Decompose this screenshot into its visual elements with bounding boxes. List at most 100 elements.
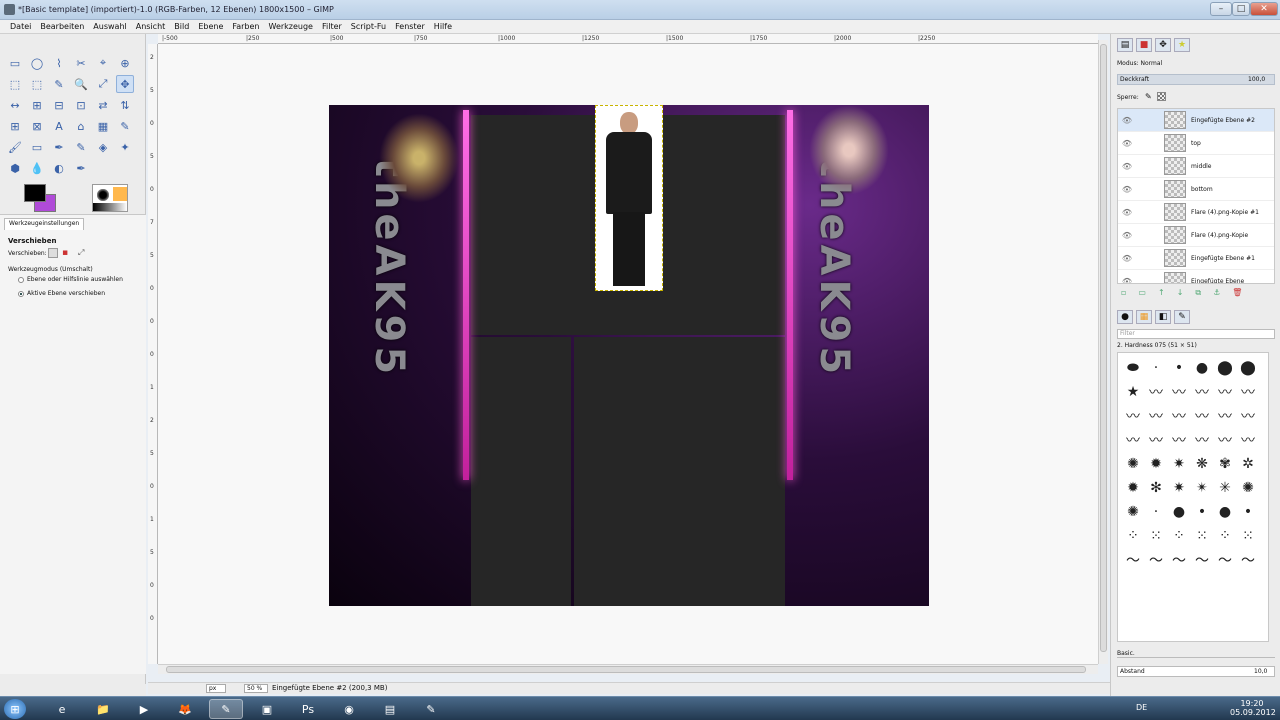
tool-icon-13[interactable]: ⊞: [28, 96, 46, 114]
menu-bild[interactable]: Bild: [174, 22, 189, 31]
brush-preset-icon[interactable]: 〰: [1168, 381, 1190, 403]
brush-filter-input[interactable]: Filter: [1117, 329, 1275, 339]
pasted-layer-person[interactable]: [595, 105, 663, 291]
menu-script-fu[interactable]: Script-Fu: [351, 22, 386, 31]
layer-row[interactable]: 👁 top: [1118, 132, 1274, 155]
lock-alpha-icon[interactable]: [1157, 92, 1166, 101]
brush-edit-icon[interactable]: ✎: [1174, 310, 1190, 324]
horizontal-scroll-thumb[interactable]: [166, 666, 1086, 673]
canvas-horizontal-scrollbar[interactable]: [158, 664, 1098, 674]
radio-move-active-layer[interactable]: Aktive Ebene verschieben: [18, 290, 105, 297]
layer-visibility-eye-icon[interactable]: 👁: [1118, 116, 1136, 125]
tool-icon-5[interactable]: ⊕: [116, 54, 134, 72]
taskbar-app-icon[interactable]: ✎: [414, 699, 448, 719]
layer-visibility-eye-icon[interactable]: 👁: [1118, 139, 1136, 148]
tool-icon-3[interactable]: ✂: [72, 54, 90, 72]
brush-preset-icon[interactable]: ⁘: [1168, 525, 1190, 547]
brush-preset-icon[interactable]: ·: [1145, 357, 1167, 379]
menu-ansicht[interactable]: Ansicht: [136, 22, 166, 31]
brush-preset-icon[interactable]: ⬤: [1214, 357, 1236, 379]
brush-preset-icon[interactable]: ✷: [1168, 477, 1190, 499]
brush-preset-icon[interactable]: ●: [1214, 501, 1236, 523]
patterns-tab-icon[interactable]: ▦: [1136, 310, 1152, 324]
preset-select[interactable]: Basic.: [1117, 650, 1275, 658]
layer-row[interactable]: 👁 middle: [1118, 155, 1274, 178]
brush-preset-icon[interactable]: •: [1237, 501, 1259, 523]
tool-icon-35[interactable]: [116, 159, 134, 177]
tool-icon-9[interactable]: 🔍: [72, 75, 90, 93]
close-button[interactable]: ✕: [1250, 2, 1278, 16]
tool-icon-19[interactable]: ⊠: [28, 117, 46, 135]
tool-icon-24[interactable]: 🖌: [6, 138, 24, 156]
tool-icon-30[interactable]: ⬢: [6, 159, 24, 177]
layer-visibility-eye-icon[interactable]: 👁: [1118, 208, 1136, 217]
ruler-vertical[interactable]: 2 5 0 5 0 7 5 0 0 0 1 2 5 0 1 5 0 0: [148, 44, 158, 664]
brush-preset-icon[interactable]: ✹: [1122, 477, 1144, 499]
brush-preset-icon[interactable]: 〜: [1145, 549, 1167, 571]
ruler-horizontal[interactable]: |-500 |250 |500 |750 |1000 |1250 |1500 |1750 |20…: [158, 34, 1098, 44]
taskbar-app-icon[interactable]: ▤: [373, 699, 407, 719]
tool-options-tab[interactable]: Werkzeugeinstellungen: [4, 218, 85, 230]
brush-preset-icon[interactable]: •: [1168, 357, 1190, 379]
move-path-icon[interactable]: ⤢: [78, 248, 88, 258]
brush-preset-icon[interactable]: 〰: [1145, 405, 1167, 427]
delete-layer-icon[interactable]: 🗑: [1232, 288, 1242, 298]
brush-preset-icon[interactable]: 〰: [1191, 381, 1213, 403]
brush-preset-icon[interactable]: ⁙: [1191, 525, 1213, 547]
brush-preset-icon[interactable]: ✳: [1214, 477, 1236, 499]
brush-preset-icon[interactable]: 〰: [1168, 429, 1190, 451]
brush-preset-icon[interactable]: 〰: [1214, 381, 1236, 403]
menu-auswahl[interactable]: Auswahl: [93, 22, 126, 31]
gradients-tab-icon[interactable]: ◧: [1155, 310, 1171, 324]
brush-preset-icon[interactable]: ✹: [1145, 453, 1167, 475]
brush-preset-icon[interactable]: 〜: [1237, 549, 1259, 571]
tool-icon-18[interactable]: ⊞: [6, 117, 24, 135]
brush-preset-icon[interactable]: ✾: [1214, 453, 1236, 475]
brush-preset-icon[interactable]: 〰: [1214, 429, 1236, 451]
menu-fenster[interactable]: Fenster: [395, 22, 425, 31]
layer-row[interactable]: 👁 Eingefügte Ebene #2: [1118, 109, 1274, 132]
layer-row[interactable]: 👁 Flare (4).png-Kopie: [1118, 224, 1274, 247]
layer-visibility-eye-icon[interactable]: 👁: [1118, 185, 1136, 194]
tool-icon-20[interactable]: A: [50, 117, 68, 135]
menu-ebene[interactable]: Ebene: [198, 22, 223, 31]
brush-preset-icon[interactable]: ✺: [1237, 477, 1259, 499]
brush-preset-icon[interactable]: ✷: [1168, 453, 1190, 475]
foreground-color-swatch[interactable]: [24, 184, 46, 202]
layer-visibility-eye-icon[interactable]: 👁: [1118, 162, 1136, 171]
menu-hilfe[interactable]: Hilfe: [434, 22, 452, 31]
lower-layer-icon[interactable]: ↓: [1177, 288, 1184, 298]
brush-preset-icon[interactable]: 〰: [1168, 405, 1190, 427]
layer-visibility-eye-icon[interactable]: 👁: [1118, 277, 1136, 284]
language-indicator[interactable]: DE: [1136, 703, 1147, 712]
layer-row[interactable]: 👁 Eingefügte Ebene #1: [1118, 247, 1274, 270]
raise-layer-icon[interactable]: ↑: [1158, 288, 1165, 298]
menu-werkzeuge[interactable]: Werkzeuge: [269, 22, 313, 31]
taskbar-app-icon[interactable]: e: [45, 699, 79, 719]
tool-icon-29[interactable]: ✦: [116, 138, 134, 156]
brush-preset-icon[interactable]: 〜: [1122, 549, 1144, 571]
unit-select[interactable]: px: [206, 684, 226, 693]
tool-icon-22[interactable]: ▦: [94, 117, 112, 135]
zoom-select[interactable]: 50 %: [244, 684, 268, 693]
layer-visibility-eye-icon[interactable]: 👁: [1118, 254, 1136, 263]
vertical-scroll-thumb[interactable]: [1100, 44, 1107, 652]
tool-icon-2[interactable]: ⌇: [50, 54, 68, 72]
undo-tab-icon[interactable]: ★: [1174, 38, 1190, 52]
brush-preset-icon[interactable]: ★: [1122, 381, 1144, 403]
layer-visibility-eye-icon[interactable]: 👁: [1118, 231, 1136, 240]
brush-pattern-gradient-preview[interactable]: [92, 184, 128, 212]
brush-preset-icon[interactable]: 〜: [1214, 549, 1236, 571]
brush-preset-icon[interactable]: 〰: [1145, 381, 1167, 403]
menu-filter[interactable]: Filter: [322, 22, 342, 31]
brush-preset-icon[interactable]: 〰: [1145, 429, 1167, 451]
brush-preset-icon[interactable]: ⁘: [1122, 525, 1144, 547]
spacing-slider[interactable]: Abstand 10,0: [1117, 666, 1275, 677]
taskbar-app-icon[interactable]: ▣: [250, 699, 284, 719]
brush-preset-icon[interactable]: ●: [1191, 357, 1213, 379]
tool-icon-8[interactable]: ✎: [50, 75, 68, 93]
opacity-slider[interactable]: Deckkraft 100,0: [1117, 74, 1275, 85]
brush-preset-icon[interactable]: 〰: [1237, 405, 1259, 427]
paths-tab-icon[interactable]: ✥: [1155, 38, 1171, 52]
layer-row[interactable]: 👁 Eingefügte Ebene: [1118, 270, 1274, 284]
